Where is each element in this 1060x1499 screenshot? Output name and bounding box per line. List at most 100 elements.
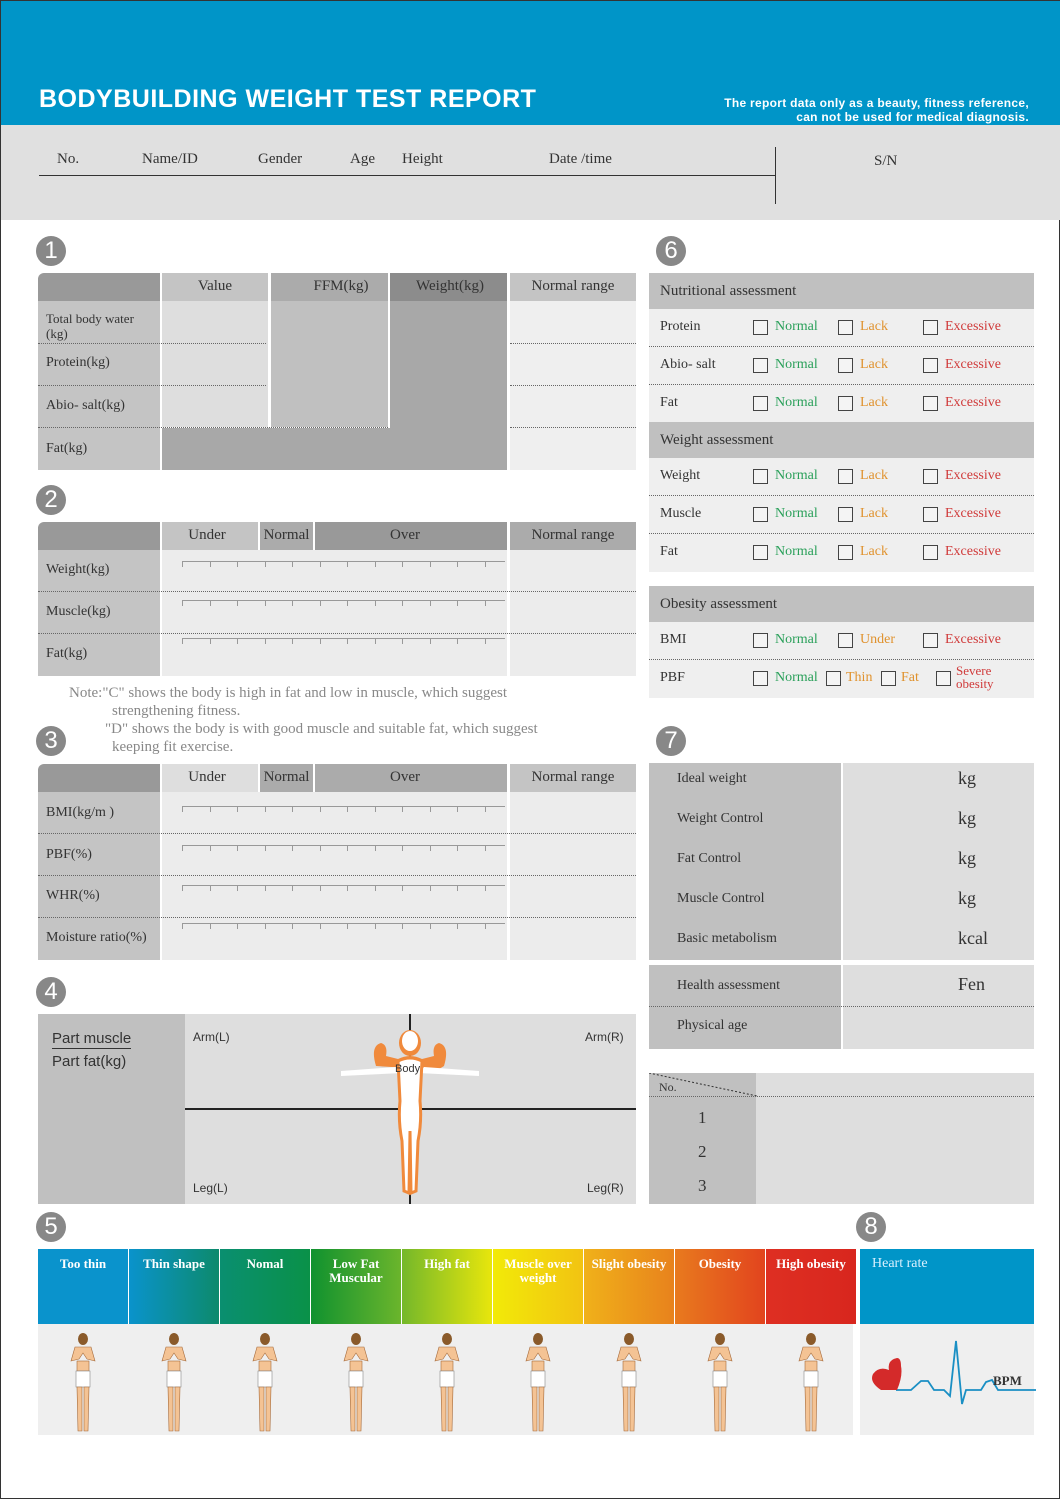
scale-tick: [402, 601, 403, 606]
checkbox-excessive[interactable]: [923, 320, 938, 335]
scale-tick: [347, 807, 348, 812]
option-label: Normal: [775, 670, 818, 685]
option-label: Severe obesity: [956, 663, 994, 691]
scale-tick: [292, 924, 293, 929]
option-label: Fat: [901, 670, 919, 685]
checkbox-excessive[interactable]: [923, 545, 938, 560]
disclaimer-line-2: can not be used for medical diagnosis.: [796, 110, 1029, 124]
scale-tick: [182, 886, 183, 891]
arm-right-label: Arm(R): [585, 1030, 624, 1044]
scale-tick: [264, 846, 266, 851]
info-underline: [39, 175, 776, 176]
option-label: Excessive: [945, 319, 1001, 334]
checkbox-fat[interactable]: [881, 671, 896, 686]
body-type-0: Too thin: [38, 1249, 128, 1324]
body-type-3: Low Fat Muscular: [311, 1249, 401, 1324]
body-label: Body: [395, 1063, 421, 1075]
scale-tick: [264, 562, 266, 567]
checkbox-excessive[interactable]: [923, 396, 938, 411]
col-value: Value: [197, 278, 233, 294]
scale-tick: [292, 846, 293, 851]
checkbox-normal[interactable]: [753, 396, 768, 411]
scale-tick: [319, 562, 321, 567]
weight-scale: [182, 561, 505, 567]
disclaimer-line-1: The report data only as a beauty, fitnes…: [724, 96, 1029, 110]
scale-tick: [209, 807, 211, 812]
scale-tick: [457, 846, 458, 851]
option-label: Normal: [775, 395, 818, 410]
assessment-group-title: Obesity assessment: [649, 586, 1034, 622]
checkbox-lack[interactable]: [838, 469, 853, 484]
checkbox-lack[interactable]: [838, 358, 853, 373]
scale-tick: [457, 886, 458, 891]
checkbox-lack[interactable]: [838, 320, 853, 335]
checkbox-normal[interactable]: [753, 545, 768, 560]
assessment-row: BMI Normal Under Excessive: [649, 622, 1034, 660]
checkbox-lack[interactable]: [838, 396, 853, 411]
scale-tick: [484, 846, 486, 851]
scale-tick: [209, 562, 211, 567]
section-3-badge: 3: [36, 726, 66, 756]
scale-tick: [374, 886, 376, 891]
checkbox-under[interactable]: [838, 633, 853, 648]
col-normal-range: Normal range: [531, 527, 615, 543]
section-6-badge: 6: [656, 236, 686, 266]
scale-tick: [319, 601, 321, 606]
body-figure-icon: [343, 1333, 369, 1432]
control-label: Weight Control: [677, 811, 764, 826]
disclaimer: The report data only as a beauty, fitnes…: [724, 96, 1029, 124]
scale-tick: [429, 886, 431, 891]
scale-tick: [347, 924, 348, 929]
moisture-scale: [182, 923, 505, 929]
option-label: Excessive: [945, 544, 1001, 559]
scale-tick: [264, 639, 266, 644]
scale-tick: [237, 846, 238, 851]
checkbox-thin[interactable]: [826, 671, 841, 686]
section-7-badge: 7: [656, 726, 686, 756]
checkbox-excessive[interactable]: [923, 358, 938, 373]
control-unit: kg: [958, 768, 976, 788]
checkbox-normal[interactable]: [753, 320, 768, 335]
option-label: Under: [860, 632, 895, 647]
checkbox-excessive[interactable]: [923, 507, 938, 522]
section-1-badge: 1: [36, 236, 66, 266]
checkbox-normal[interactable]: [753, 469, 768, 484]
checkbox-normal[interactable]: [753, 671, 768, 686]
row-protein: Protein(kg): [46, 355, 110, 370]
assessment-row-label: Muscle: [660, 506, 702, 521]
body-figure-icon: [341, 1030, 479, 1196]
body-figure-icon: [434, 1333, 460, 1432]
option-label: Excessive: [945, 506, 1001, 521]
checkbox-severe-obesity[interactable]: [936, 671, 951, 686]
scale-tick: [319, 886, 321, 891]
checkbox-lack[interactable]: [838, 545, 853, 560]
row-moisture-ratio: Moisture ratio(%): [46, 930, 147, 945]
assessment-row: Muscle Normal Lack Excessive: [649, 496, 1034, 534]
checkbox-excessive[interactable]: [923, 469, 938, 484]
checkbox-normal[interactable]: [753, 358, 768, 373]
scale-tick: [237, 601, 238, 606]
checkbox-lack[interactable]: [838, 507, 853, 522]
scale-tick: [319, 924, 321, 929]
scale-tick: [209, 886, 211, 891]
scale-tick: [292, 562, 293, 567]
col-weight: Weight(kg): [416, 278, 484, 294]
section-5-badge: 5: [36, 1212, 66, 1242]
checkbox-normal[interactable]: [753, 507, 768, 522]
heart-icon: [872, 1358, 902, 1390]
row-muscle: Muscle(kg): [46, 604, 111, 619]
field-name-id: Name/ID: [142, 151, 198, 167]
checkbox-normal[interactable]: [753, 633, 768, 648]
option-label: Lack: [860, 319, 888, 334]
checkbox-excessive[interactable]: [923, 633, 938, 648]
body-figure-icon: [70, 1333, 96, 1432]
muscle-scale: [182, 600, 505, 606]
label-part-muscle: Part muscle: [52, 1030, 132, 1049]
option-label: Normal: [775, 544, 818, 559]
whr-scale: [182, 885, 505, 891]
col-over: Over: [390, 527, 420, 543]
assessment-row: PBF Normal Thin Fat Severe obesity: [649, 660, 1034, 698]
history-row-2: 2: [698, 1142, 707, 1161]
option-label: Excessive: [945, 632, 1001, 647]
row-whr: WHR(%): [46, 888, 100, 903]
